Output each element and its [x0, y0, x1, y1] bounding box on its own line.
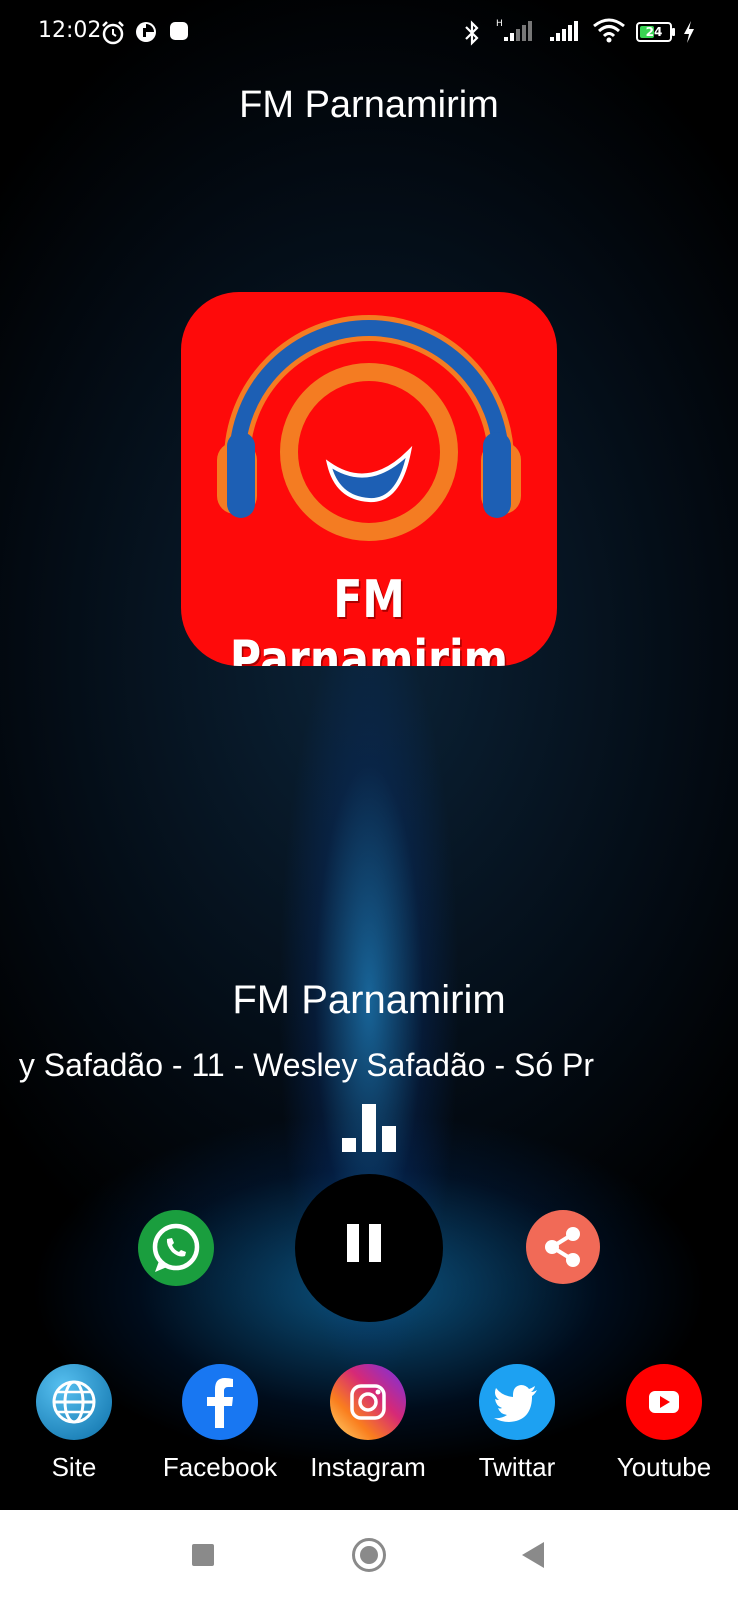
- station-logo: FM Parnamirim: [181, 292, 557, 666]
- network-type: H: [496, 19, 503, 29]
- share-button[interactable]: [526, 1210, 600, 1284]
- notification-icon: [170, 22, 188, 40]
- signal-icon-2: [550, 21, 578, 41]
- status-bar: 12:02 H 24: [0, 0, 738, 64]
- facebook-link[interactable]: Facebook: [160, 1364, 280, 1483]
- youtube-label: Youtube: [616, 1452, 712, 1482]
- battery-indicator: 24: [636, 22, 672, 42]
- signal-icon-1: H: [496, 19, 532, 41]
- system-nav-bar: [0, 1510, 738, 1600]
- equalizer-icon: [342, 1104, 396, 1152]
- recents-button[interactable]: [192, 1544, 214, 1566]
- play-pause-button[interactable]: [295, 1174, 443, 1322]
- station-name: FM Parnamirim: [232, 978, 506, 1022]
- globe-icon: [36, 1364, 112, 1440]
- alarm-icon: [102, 21, 124, 45]
- twitter-icon: [479, 1364, 555, 1440]
- status-time: 12:02: [38, 18, 102, 43]
- facebook-label: Facebook: [162, 1452, 278, 1482]
- instagram-icon: [330, 1364, 406, 1440]
- battery-tip: [672, 28, 675, 36]
- site-link[interactable]: Site: [14, 1364, 134, 1483]
- logo-text: FM Parnamirim: [229, 570, 509, 666]
- wifi-icon: [593, 18, 625, 43]
- battery-level: 24: [645, 25, 663, 39]
- charging-icon: [684, 21, 694, 43]
- app-screen: 12:02 H 24 FM Parnamirim FM Parnamirim F…: [0, 0, 738, 1510]
- youtube-link[interactable]: Youtube: [604, 1364, 724, 1483]
- now-playing-text: sley Safadão - 11 - Wesley Safadão - Só …: [18, 1047, 595, 1083]
- instagram-link[interactable]: Instagram: [308, 1364, 428, 1483]
- home-button[interactable]: [352, 1538, 386, 1572]
- site-label: Site: [51, 1452, 97, 1482]
- instagram-label: Instagram: [310, 1452, 426, 1482]
- share-icon: [545, 1227, 580, 1267]
- bluetooth-icon: [465, 20, 479, 46]
- data-saver-icon: [136, 22, 156, 42]
- headphones-logo-graphic: [217, 315, 521, 541]
- twitter-link[interactable]: Twittar: [457, 1364, 577, 1483]
- pause-icon: [347, 1224, 381, 1262]
- whatsapp-button[interactable]: [138, 1210, 214, 1286]
- twitter-label: Twittar: [478, 1452, 556, 1482]
- app-title: FM Parnamirim: [239, 84, 499, 126]
- facebook-icon: [182, 1364, 258, 1440]
- youtube-icon: [626, 1364, 702, 1440]
- back-button[interactable]: [522, 1542, 544, 1568]
- now-playing-marquee: sley Safadão - 11 - Wesley Safadão - Só …: [18, 1047, 720, 1093]
- whatsapp-icon: [152, 1223, 200, 1272]
